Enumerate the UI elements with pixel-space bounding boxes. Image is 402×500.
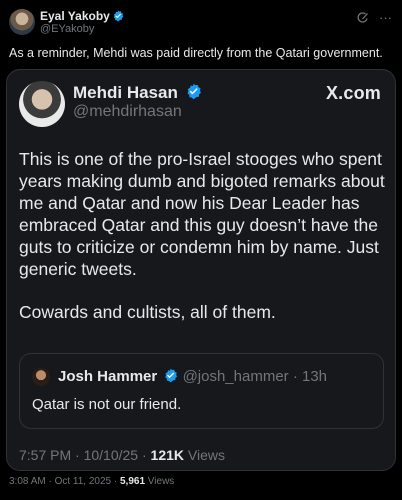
author-header: Eyal Yakoby [40, 9, 124, 23]
post-text: As a reminder, Mehdi was paid directly f… [9, 46, 383, 60]
post-actions: ··· [357, 10, 392, 25]
nested-post-text: Qatar is not our friend. [32, 396, 182, 413]
quoted-timestamp[interactable]: 7:57 PM · 10/10/25 · [19, 447, 151, 463]
nested-author-row: Josh Hammer @josh_hammer · 13h [58, 368, 327, 386]
verified-badge-icon [165, 368, 178, 383]
nested-author-avatar[interactable] [32, 368, 50, 386]
quoted-author-avatar[interactable] [19, 81, 65, 127]
quoted-post-body: This is one of the pro-Israel stooges wh… [19, 148, 389, 344]
verified-badge-icon [187, 83, 201, 100]
author-name[interactable]: Eyal Yakoby [40, 9, 110, 23]
grok-icon[interactable] [357, 11, 369, 24]
nested-quoted-post[interactable]: Josh Hammer @josh_hammer · 13h Qatar is … [19, 353, 384, 429]
post-footer: 3:08 AM · Oct 11, 2025 · 5,961 Views [9, 476, 174, 487]
quoted-author-name-row: Mehdi Hasan [73, 83, 202, 103]
quoted-views-label: Views [184, 447, 225, 463]
nested-author-meta: @josh_hammer · 13h [182, 368, 328, 385]
quoted-author-handle[interactable]: @mehdirhasan [73, 103, 182, 121]
author-handle[interactable]: @EYakoby [40, 23, 94, 35]
quoted-post-footer: 7:57 PM · 10/10/25 · 121K Views [19, 447, 225, 463]
verified-badge-icon [113, 10, 124, 22]
quoted-paragraph-2: Cowards and cultists, all of them. [19, 302, 276, 322]
quoted-views-count: 121K [150, 447, 184, 463]
more-icon[interactable]: ··· [379, 10, 392, 25]
post-timestamp[interactable]: 3:08 AM · Oct 11, 2025 · [9, 476, 120, 487]
quoted-author-name[interactable]: Mehdi Hasan [73, 83, 178, 102]
quoted-paragraph-1: This is one of the pro-Israel stooges wh… [19, 149, 385, 279]
author-avatar[interactable] [9, 9, 35, 35]
xcom-logo: X.com [325, 83, 381, 103]
post-views-count: 5,961 [119, 476, 146, 487]
nested-author-name[interactable]: Josh Hammer [58, 368, 157, 385]
post-views-label: Views [145, 476, 175, 487]
quoted-post-card[interactable]: Mehdi Hasan @mehdirhasan X.com This is o… [6, 69, 396, 471]
